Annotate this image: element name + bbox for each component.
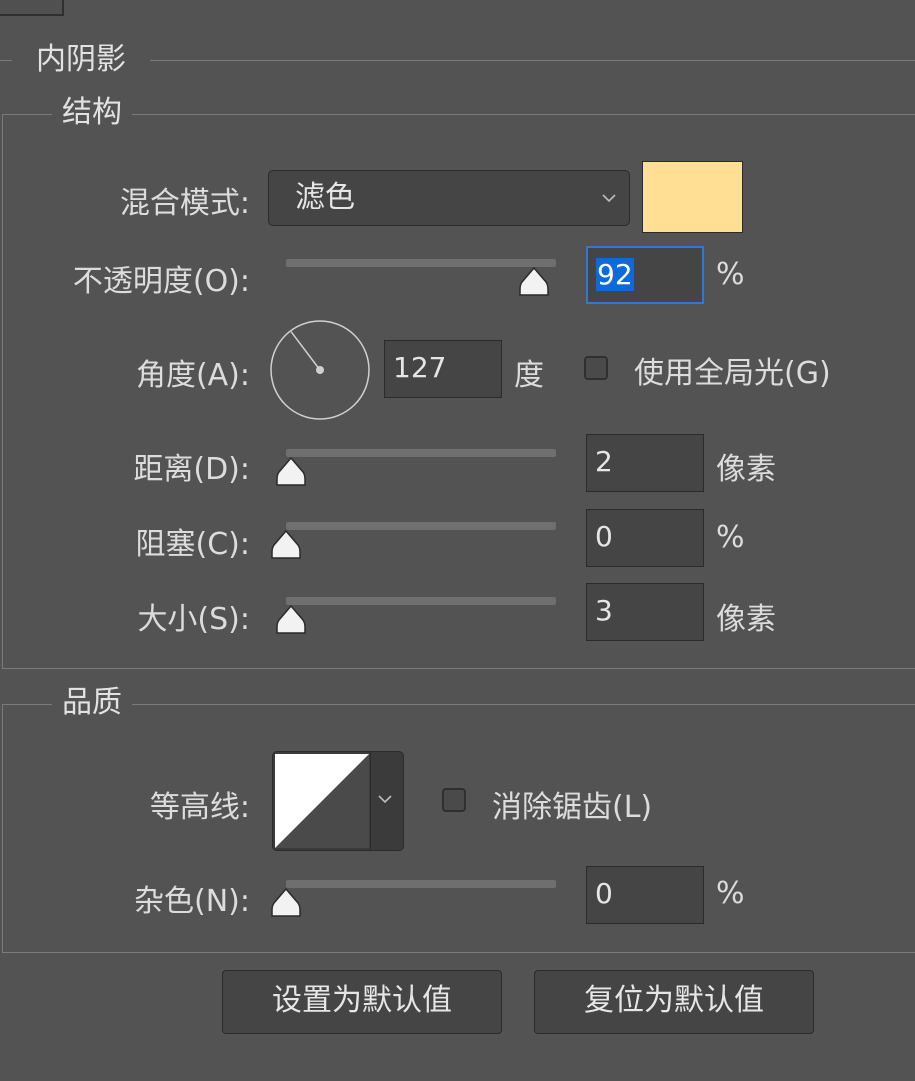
quality-title: 品质 — [52, 685, 132, 721]
blend-mode-dropdown[interactable]: 滤色 — [268, 170, 630, 226]
slider-thumb-icon[interactable] — [275, 604, 307, 634]
size-slider-track[interactable] — [286, 597, 556, 605]
opacity-input[interactable]: 92 — [586, 246, 704, 304]
slider-thumb-icon[interactable] — [518, 266, 550, 296]
make-default-button[interactable]: 设置为默认值 — [222, 970, 502, 1034]
size-input[interactable]: 3 — [586, 583, 704, 641]
contour-picker[interactable] — [272, 751, 404, 851]
size-unit: 像素 — [716, 602, 776, 637]
chevron-down-icon — [601, 185, 617, 216]
reset-default-button[interactable]: 复位为默认值 — [534, 970, 814, 1034]
choke-input[interactable]: 0 — [586, 509, 704, 567]
choke-label: 阻塞(C): — [135, 527, 250, 562]
angle-unit: 度 — [514, 358, 544, 393]
angle-label: 角度(A): — [135, 358, 250, 393]
section-line-left — [0, 60, 12, 61]
contour-label: 等高线: — [149, 790, 250, 825]
top-tab-edge — [0, 0, 64, 16]
opacity-slider-track[interactable] — [286, 259, 556, 267]
angle-input[interactable]: 127 — [384, 340, 502, 398]
choke-slider-track[interactable] — [286, 522, 556, 530]
global-light-checkbox[interactable] — [584, 356, 608, 380]
blend-mode-value: 滤色 — [295, 180, 355, 215]
slider-thumb-icon[interactable] — [275, 456, 307, 486]
section-title: 内阴影 — [26, 42, 136, 78]
angle-dial-icon[interactable] — [268, 318, 372, 422]
slider-thumb-icon[interactable] — [270, 887, 302, 917]
blend-mode-label: 混合模式: — [119, 186, 250, 221]
contour-divider — [370, 752, 371, 850]
section-line-right — [150, 60, 915, 61]
noise-label: 杂色(N): — [134, 884, 250, 919]
size-label: 大小(S): — [137, 602, 250, 637]
contour-linear-icon[interactable] — [275, 754, 369, 848]
noise-input[interactable]: 0 — [586, 866, 704, 924]
slider-thumb-icon[interactable] — [270, 529, 302, 559]
distance-unit: 像素 — [716, 452, 776, 487]
choke-unit: % — [716, 520, 745, 555]
opacity-unit: % — [716, 257, 745, 292]
distance-input[interactable]: 2 — [586, 434, 704, 492]
distance-label: 距离(D): — [133, 452, 250, 487]
chevron-down-icon[interactable] — [373, 790, 397, 814]
structure-title: 结构 — [52, 95, 132, 131]
noise-unit: % — [716, 876, 745, 911]
distance-slider-track[interactable] — [286, 449, 556, 457]
global-light-label: 使用全局光(G) — [634, 356, 831, 391]
anti-alias-checkbox[interactable] — [442, 788, 466, 812]
anti-alias-label: 消除锯齿(L) — [492, 790, 653, 825]
shadow-color-swatch[interactable] — [642, 161, 743, 233]
noise-slider-track[interactable] — [286, 880, 556, 888]
opacity-label: 不透明度(O): — [72, 264, 250, 299]
